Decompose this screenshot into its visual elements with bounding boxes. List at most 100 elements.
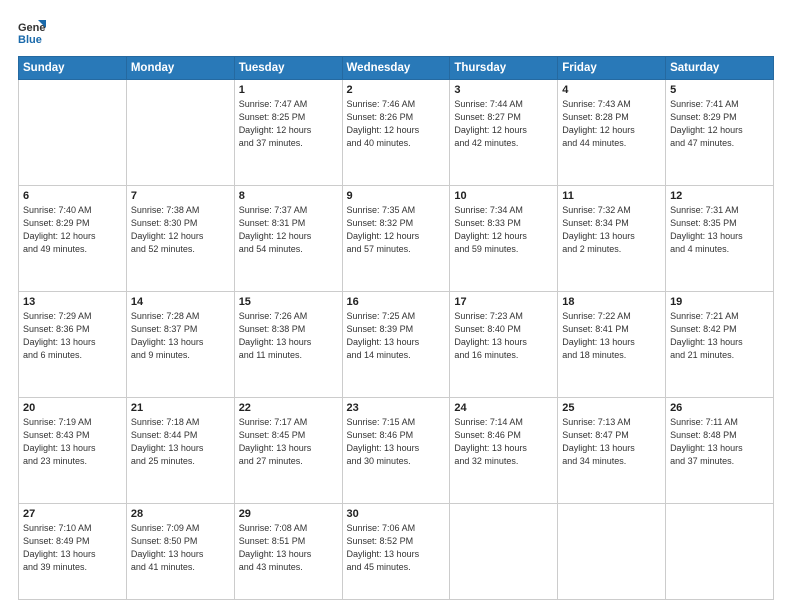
day-detail: Sunrise: 7:26 AM Sunset: 8:38 PM Dayligh…: [239, 310, 338, 362]
day-detail: Sunrise: 7:17 AM Sunset: 8:45 PM Dayligh…: [239, 416, 338, 468]
calendar-cell: 14Sunrise: 7:28 AM Sunset: 8:37 PM Dayli…: [126, 292, 234, 398]
day-detail: Sunrise: 7:10 AM Sunset: 8:49 PM Dayligh…: [23, 522, 122, 574]
day-number: 8: [239, 190, 338, 202]
calendar-cell: 18 Sunrise: 7:22 AM Sunset: 8:41 PM Dayli…: [558, 292, 666, 398]
day-detail: Sunrise: 7:09 AM Sunset: 8:50 PM Dayligh…: [131, 522, 230, 574]
day-number: 25: [562, 402, 661, 414]
calendar-week-2: 6 Sunrise: 7:40 AM Sunset: 8:29 PM Daylig…: [19, 186, 774, 292]
day-number: 4: [562, 84, 661, 96]
day-detail: Sunrise: 7:13 AM Sunset: 8:47 PM Dayligh…: [562, 416, 661, 468]
day-number: 5: [670, 84, 769, 96]
day-detail: Sunrise: 7:29 AM Sunset: 8:36 PM Dayligh…: [23, 310, 122, 362]
day-number: 13: [23, 296, 122, 308]
day-number: 16: [347, 296, 446, 308]
calendar-cell: 5 Sunrise: 7:41 AM Sunset: 8:29 PM Daylig…: [666, 80, 774, 186]
calendar-cell: 13 Sunrise: 7:29 AM Sunset: 8:36 PM Dayli…: [19, 292, 127, 398]
day-detail: Sunrise: 7:43 AM Sunset: 8:28 PM Dayligh…: [562, 98, 661, 150]
calendar-cell: [666, 504, 774, 600]
weekday-header-thursday: Thursday: [450, 57, 558, 80]
logo: General Blue: [18, 18, 46, 46]
calendar-cell: 16Sunrise: 7:25 AM Sunset: 8:39 PM Dayli…: [342, 292, 450, 398]
day-detail: Sunrise: 7:22 AM Sunset: 8:41 PM Dayligh…: [562, 310, 661, 362]
day-detail: Sunrise: 7:34 AM Sunset: 8:33 PM Dayligh…: [454, 204, 553, 256]
calendar-week-5: 27Sunrise: 7:10 AM Sunset: 8:49 PM Dayli…: [19, 504, 774, 600]
day-detail: Sunrise: 7:38 AM Sunset: 8:30 PM Dayligh…: [131, 204, 230, 256]
calendar-cell: 17 Sunrise: 7:23 AM Sunset: 8:40 PM Dayli…: [450, 292, 558, 398]
day-number: 24: [454, 402, 553, 414]
calendar-week-3: 13 Sunrise: 7:29 AM Sunset: 8:36 PM Dayli…: [19, 292, 774, 398]
day-detail: Sunrise: 7:08 AM Sunset: 8:51 PM Dayligh…: [239, 522, 338, 574]
day-detail: Sunrise: 7:23 AM Sunset: 8:40 PM Dayligh…: [454, 310, 553, 362]
day-detail: Sunrise: 7:06 AM Sunset: 8:52 PM Dayligh…: [347, 522, 446, 574]
day-detail: Sunrise: 7:14 AM Sunset: 8:46 PM Dayligh…: [454, 416, 553, 468]
day-number: 21: [131, 402, 230, 414]
day-detail: Sunrise: 7:28 AM Sunset: 8:37 PM Dayligh…: [131, 310, 230, 362]
calendar-cell: 21 Sunrise: 7:18 AM Sunset: 8:44 PM Dayli…: [126, 398, 234, 504]
day-detail: Sunrise: 7:19 AM Sunset: 8:43 PM Dayligh…: [23, 416, 122, 468]
day-detail: Sunrise: 7:35 AM Sunset: 8:32 PM Dayligh…: [347, 204, 446, 256]
calendar-cell: 10 Sunrise: 7:34 AM Sunset: 8:33 PM Dayli…: [450, 186, 558, 292]
calendar-cell: 9 Sunrise: 7:35 AM Sunset: 8:32 PM Daylig…: [342, 186, 450, 292]
page: General Blue SundayMondayTuesdayWednesda…: [0, 0, 792, 612]
day-detail: Sunrise: 7:37 AM Sunset: 8:31 PM Dayligh…: [239, 204, 338, 256]
day-number: 10: [454, 190, 553, 202]
day-detail: Sunrise: 7:18 AM Sunset: 8:44 PM Dayligh…: [131, 416, 230, 468]
calendar-cell: 29 Sunrise: 7:08 AM Sunset: 8:51 PM Dayli…: [234, 504, 342, 600]
day-number: 1: [239, 84, 338, 96]
day-detail: Sunrise: 7:47 AM Sunset: 8:25 PM Dayligh…: [239, 98, 338, 150]
calendar-cell: 27Sunrise: 7:10 AM Sunset: 8:49 PM Dayli…: [19, 504, 127, 600]
day-number: 28: [131, 508, 230, 520]
day-detail: Sunrise: 7:15 AM Sunset: 8:46 PM Dayligh…: [347, 416, 446, 468]
calendar-table: SundayMondayTuesdayWednesdayThursdayFrid…: [18, 56, 774, 600]
calendar-cell: 1 Sunrise: 7:47 AM Sunset: 8:25 PM Daylig…: [234, 80, 342, 186]
day-number: 11: [562, 190, 661, 202]
weekday-header-saturday: Saturday: [666, 57, 774, 80]
day-detail: Sunrise: 7:11 AM Sunset: 8:48 PM Dayligh…: [670, 416, 769, 468]
calendar-cell: 28 Sunrise: 7:09 AM Sunset: 8:50 PM Dayli…: [126, 504, 234, 600]
generalblue-logo-icon: General Blue: [18, 18, 46, 46]
day-number: 9: [347, 190, 446, 202]
day-number: 7: [131, 190, 230, 202]
calendar-cell: [558, 504, 666, 600]
day-detail: Sunrise: 7:41 AM Sunset: 8:29 PM Dayligh…: [670, 98, 769, 150]
calendar-cell: 12 Sunrise: 7:31 AM Sunset: 8:35 PM Dayli…: [666, 186, 774, 292]
calendar-cell: [19, 80, 127, 186]
calendar-cell: 20 Sunrise: 7:19 AM Sunset: 8:43 PM Dayli…: [19, 398, 127, 504]
day-detail: Sunrise: 7:31 AM Sunset: 8:35 PM Dayligh…: [670, 204, 769, 256]
calendar-cell: 25 Sunrise: 7:13 AM Sunset: 8:47 PM Dayli…: [558, 398, 666, 504]
calendar-cell: 22 Sunrise: 7:17 AM Sunset: 8:45 PM Dayli…: [234, 398, 342, 504]
calendar-cell: 24 Sunrise: 7:14 AM Sunset: 8:46 PM Dayli…: [450, 398, 558, 504]
day-number: 12: [670, 190, 769, 202]
day-number: 29: [239, 508, 338, 520]
day-detail: Sunrise: 7:46 AM Sunset: 8:26 PM Dayligh…: [347, 98, 446, 150]
day-number: 20: [23, 402, 122, 414]
day-detail: Sunrise: 7:40 AM Sunset: 8:29 PM Dayligh…: [23, 204, 122, 256]
calendar-cell: 7 Sunrise: 7:38 AM Sunset: 8:30 PM Daylig…: [126, 186, 234, 292]
day-number: 17: [454, 296, 553, 308]
calendar-cell: 15 Sunrise: 7:26 AM Sunset: 8:38 PM Dayli…: [234, 292, 342, 398]
calendar-cell: 19Sunrise: 7:21 AM Sunset: 8:42 PM Dayli…: [666, 292, 774, 398]
weekday-header-row: SundayMondayTuesdayWednesdayThursdayFrid…: [19, 57, 774, 80]
day-number: 23: [347, 402, 446, 414]
day-number: 6: [23, 190, 122, 202]
calendar-cell: [126, 80, 234, 186]
day-number: 3: [454, 84, 553, 96]
calendar-cell: 30Sunrise: 7:06 AM Sunset: 8:52 PM Dayli…: [342, 504, 450, 600]
weekday-header-monday: Monday: [126, 57, 234, 80]
calendar-cell: 6 Sunrise: 7:40 AM Sunset: 8:29 PM Daylig…: [19, 186, 127, 292]
day-number: 26: [670, 402, 769, 414]
day-number: 18: [562, 296, 661, 308]
weekday-header-tuesday: Tuesday: [234, 57, 342, 80]
svg-text:Blue: Blue: [18, 34, 42, 46]
header: General Blue: [18, 18, 774, 46]
day-number: 22: [239, 402, 338, 414]
calendar-cell: 23 Sunrise: 7:15 AM Sunset: 8:46 PM Dayli…: [342, 398, 450, 504]
calendar-cell: 26 Sunrise: 7:11 AM Sunset: 8:48 PM Dayli…: [666, 398, 774, 504]
day-number: 15: [239, 296, 338, 308]
calendar-week-1: 1 Sunrise: 7:47 AM Sunset: 8:25 PM Daylig…: [19, 80, 774, 186]
weekday-header-friday: Friday: [558, 57, 666, 80]
day-number: 2: [347, 84, 446, 96]
calendar-cell: [450, 504, 558, 600]
calendar-cell: 2 Sunrise: 7:46 AM Sunset: 8:26 PM Daylig…: [342, 80, 450, 186]
day-detail: Sunrise: 7:44 AM Sunset: 8:27 PM Dayligh…: [454, 98, 553, 150]
